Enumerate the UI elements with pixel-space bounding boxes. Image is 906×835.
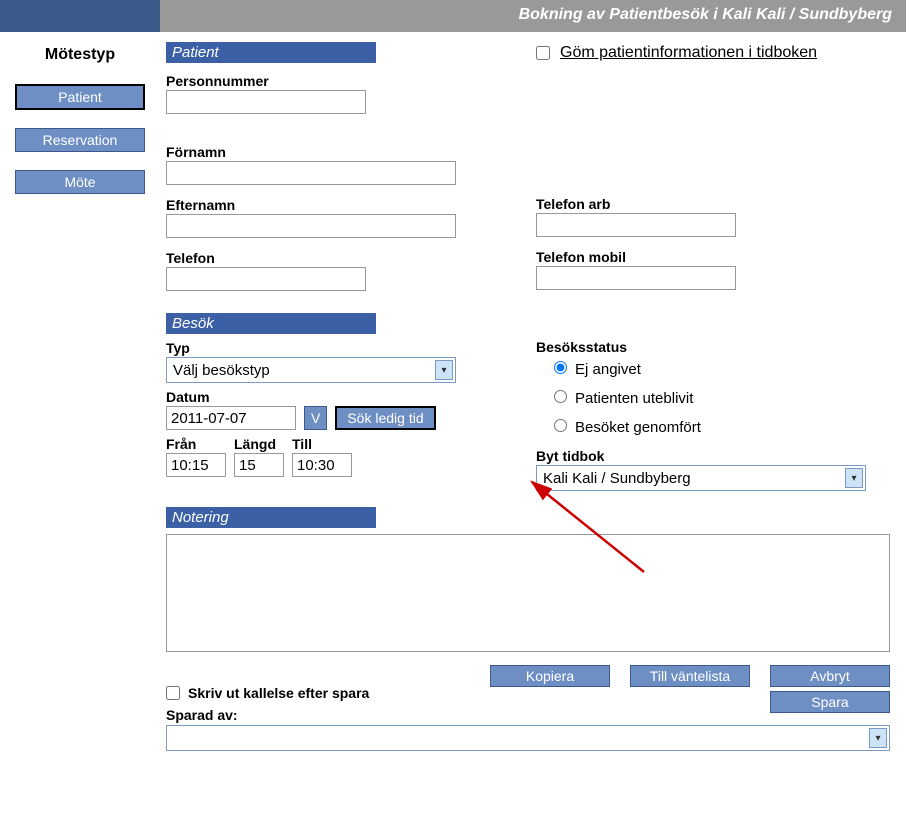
personnummer-input[interactable] [166, 90, 366, 114]
status-label: Besöksstatus [536, 339, 890, 355]
byt-tidbok-value: Kali Kali / Sundbyberg [543, 470, 691, 487]
header-logo-block [0, 0, 160, 32]
content-area: Patient Göm patientinformationen i tidbo… [160, 32, 906, 751]
status-radio-uteblivit[interactable] [554, 390, 567, 403]
telefon-mobil-label: Telefon mobil [536, 249, 890, 265]
efternamn-input[interactable] [166, 214, 456, 238]
status-radio-ej[interactable] [554, 361, 567, 374]
telefon-mobil-input[interactable] [536, 266, 736, 290]
avbryt-button[interactable]: Avbryt [770, 665, 890, 687]
search-free-time-button[interactable]: Sök ledig tid [335, 406, 435, 430]
byt-tidbok-label: Byt tidbok [536, 448, 890, 464]
spara-button[interactable]: Spara [770, 691, 890, 713]
print-checkbox[interactable] [166, 686, 180, 700]
section-notering: Notering [166, 507, 376, 528]
typ-label: Typ [166, 340, 526, 356]
chevron-down-icon: ▾ [435, 360, 453, 380]
status-radio-group: Ej angivet Patienten uteblivit Besöket g… [536, 361, 890, 436]
notes-textarea[interactable] [166, 534, 890, 652]
status-radio-genomfort[interactable] [554, 419, 567, 432]
chevron-down-icon: ▾ [869, 728, 887, 748]
fran-label: Från [166, 436, 226, 452]
datum-label: Datum [166, 389, 296, 405]
chevron-down-icon: ▾ [845, 468, 863, 488]
sidebar: Mötestyp Patient Reservation Möte [0, 32, 160, 751]
till-input[interactable] [292, 453, 352, 477]
nav-patient[interactable]: Patient [15, 84, 145, 110]
nav-reservation[interactable]: Reservation [15, 128, 145, 152]
status-option-genomfort[interactable]: Besöket genomfört [554, 419, 890, 436]
telefon-arb-label: Telefon arb [536, 196, 890, 212]
sidebar-title: Mötestyp [8, 46, 152, 64]
section-besok: Besök [166, 313, 376, 334]
fornamn-label: Förnamn [166, 144, 526, 160]
hide-patient-info-checkbox[interactable] [536, 46, 550, 60]
fran-input[interactable] [166, 453, 226, 477]
telefon-input[interactable] [166, 267, 366, 291]
langd-input[interactable] [234, 453, 284, 477]
kopiera-button[interactable]: Kopiera [490, 665, 610, 687]
hide-patient-info-row[interactable]: Göm patientinformationen i tidboken [536, 44, 890, 62]
personnummer-label: Personnummer [166, 73, 526, 89]
header-bar: Bokning av Patientbesök i Kali Kali / Su… [0, 0, 906, 32]
datum-input[interactable] [166, 406, 296, 430]
typ-select[interactable]: Välj besökstyp ▾ [166, 357, 456, 383]
nav-mote[interactable]: Möte [15, 170, 145, 194]
fornamn-input[interactable] [166, 161, 456, 185]
v-button[interactable]: V [304, 406, 327, 430]
till-vantelista-button[interactable]: Till väntelista [630, 665, 750, 687]
sparad-av-select[interactable]: ▾ [166, 725, 890, 751]
till-label: Till [292, 436, 352, 452]
telefon-label: Telefon [166, 250, 526, 266]
hide-patient-info-label: Göm patientinformationen i tidboken [560, 44, 817, 62]
langd-label: Längd [234, 436, 284, 452]
byt-tidbok-select[interactable]: Kali Kali / Sundbyberg ▾ [536, 465, 866, 491]
telefon-arb-input[interactable] [536, 213, 736, 237]
status-option-ej[interactable]: Ej angivet [554, 361, 890, 378]
section-patient: Patient [166, 42, 376, 63]
page-title: Bokning av Patientbesök i Kali Kali / Su… [160, 0, 906, 32]
typ-select-value: Välj besökstyp [173, 362, 270, 379]
efternamn-label: Efternamn [166, 197, 526, 213]
status-option-uteblivit[interactable]: Patienten uteblivit [554, 390, 890, 407]
print-label: Skriv ut kallelse efter spara [188, 685, 369, 701]
